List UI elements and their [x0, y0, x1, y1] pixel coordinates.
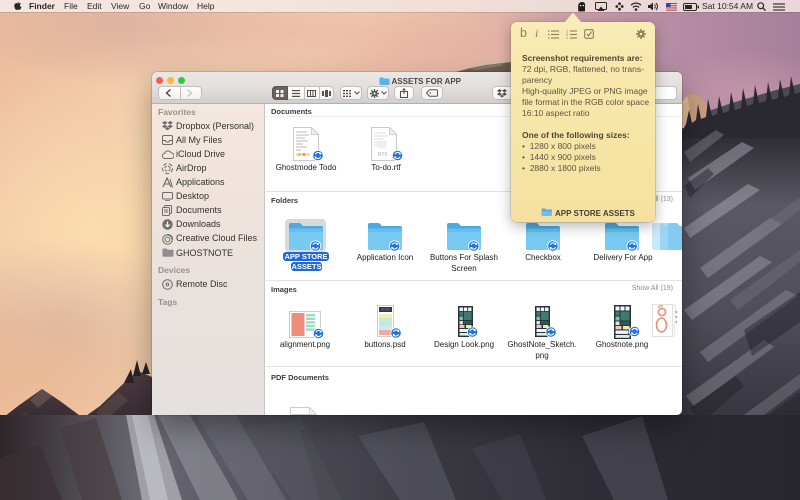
svg-text:3: 3 [566, 36, 569, 39]
